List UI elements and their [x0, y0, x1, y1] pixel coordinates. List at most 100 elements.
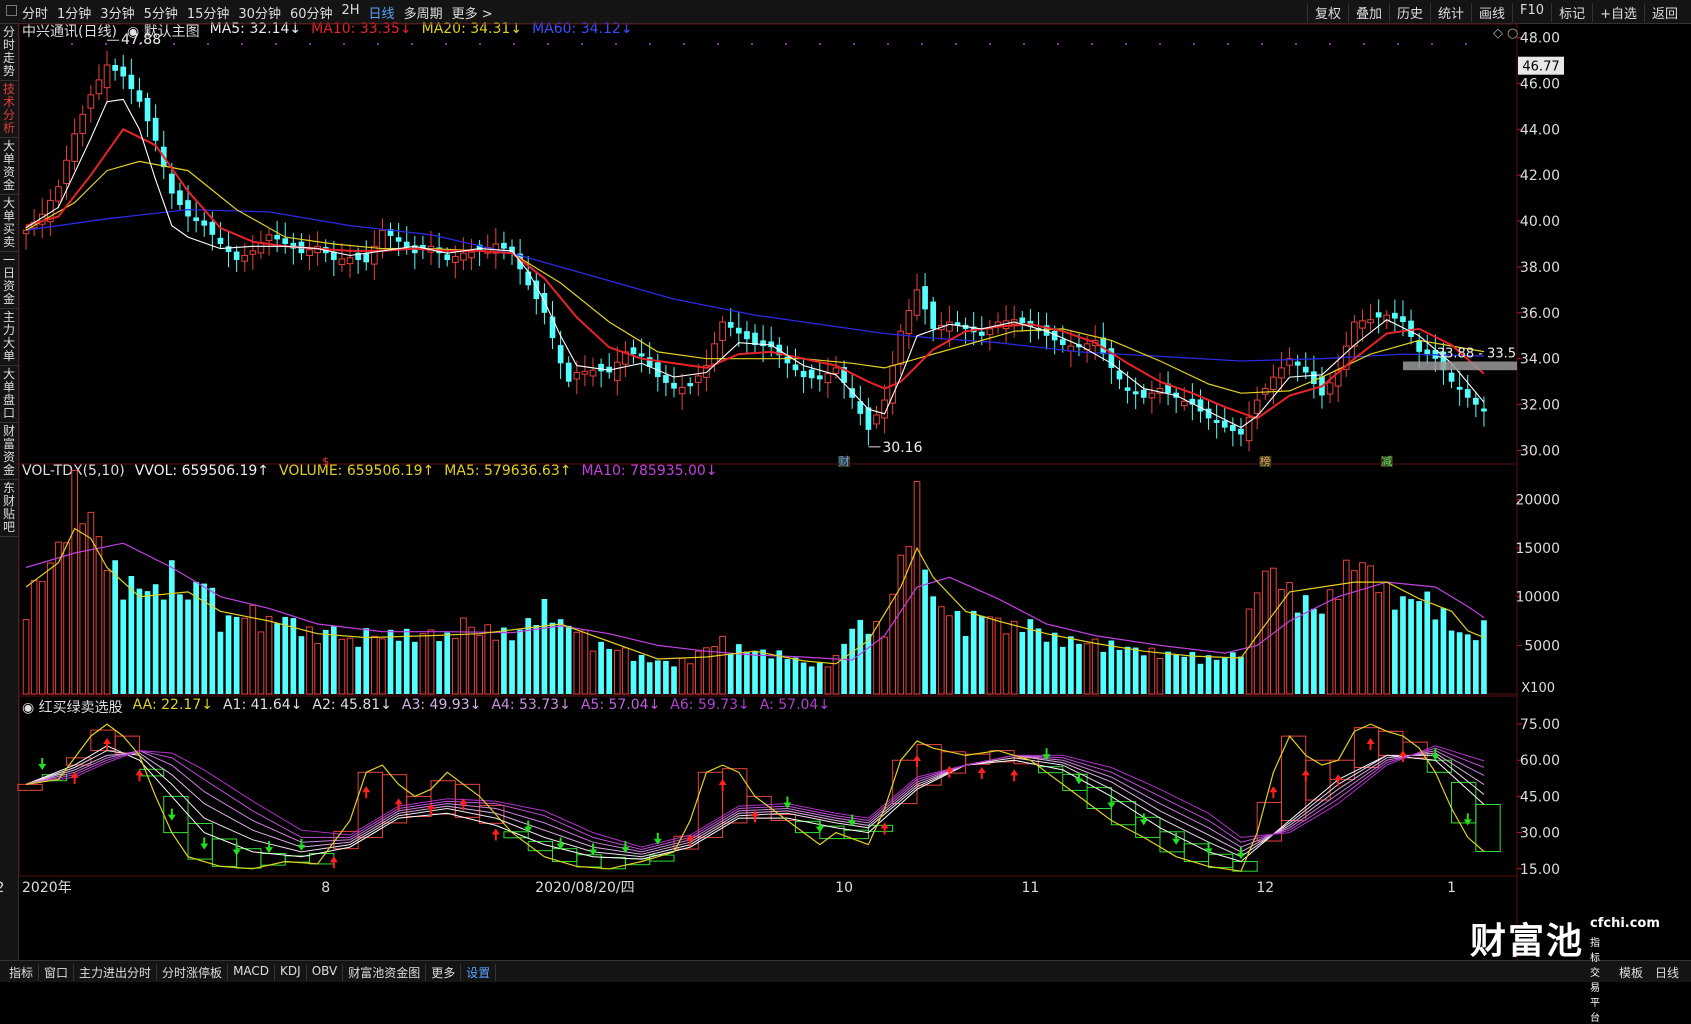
event-tag-3[interactable]: 减: [1381, 455, 1392, 468]
x-axis-label-1: 8: [321, 880, 330, 896]
zoom-controls[interactable]: ◇ ○: [1493, 26, 1518, 41]
bottom-tab-4[interactable]: MACD: [228, 964, 276, 981]
buy-signal-box: [381, 774, 408, 824]
volume-bar: [1473, 640, 1479, 694]
bottom-tab-1[interactable]: 窗口: [39, 964, 75, 981]
indicator-axis-tick-label: 30.00: [1520, 826, 1560, 842]
buy-signal-box: [1280, 735, 1307, 822]
sell-arrow: [1042, 748, 1051, 761]
stock-title[interactable]: 中兴通讯(日线): [22, 21, 117, 41]
toolbar-action-2[interactable]: 历史: [1388, 3, 1430, 22]
volume-bar: [225, 615, 232, 694]
bottom-tab-2[interactable]: 主力进出分时: [74, 964, 158, 981]
period-tab-1[interactable]: 1分钟: [57, 3, 91, 22]
bottom-tab-9[interactable]: 设置: [461, 964, 497, 981]
volume-bar: [1083, 643, 1091, 695]
toolbar-action-8[interactable]: 返回: [1643, 3, 1685, 22]
period-tab-6[interactable]: 60分钟: [290, 3, 333, 22]
left-nav-item-5[interactable]: 主力大单: [0, 309, 18, 366]
sell-signal-box: [794, 820, 821, 834]
candle: [330, 240, 337, 277]
period-tab-9[interactable]: 多周期: [404, 3, 443, 22]
volume-axis-tick-label: 15000: [1515, 541, 1560, 557]
volume-bar: [808, 666, 815, 694]
volume-bar: [1091, 638, 1099, 695]
bottom-tab-3[interactable]: 分时涨停板: [157, 964, 229, 981]
price-axis-tick-label: 48.00: [1520, 30, 1560, 46]
period-tab-4[interactable]: 15分钟: [187, 3, 230, 22]
volume-bar: [541, 598, 548, 694]
toolbar-action-0[interactable]: 复权: [1306, 3, 1348, 22]
volume-bar: [573, 631, 581, 695]
volume-bar: [686, 663, 694, 695]
candle: [1173, 386, 1180, 414]
candle: [492, 228, 500, 269]
event-tag-1[interactable]: 财: [839, 454, 850, 468]
zoom-in-icon[interactable]: ◇: [1493, 26, 1503, 41]
settings-icon[interactable]: ○: [1507, 26, 1518, 41]
period-tab-8[interactable]: 日线: [369, 3, 395, 22]
candle: [1286, 347, 1293, 376]
left-nav-item-6[interactable]: 大单盘口: [0, 366, 18, 423]
left-nav-item-8[interactable]: 东财贴吧: [0, 480, 18, 537]
bottom-tab-0[interactable]: 指标: [4, 964, 40, 981]
left-nav-item-1[interactable]: 技术分析: [0, 81, 18, 138]
signal-dot: [1125, 43, 1127, 45]
left-nav-item-4[interactable]: 一日资金: [0, 252, 18, 309]
candle: [79, 105, 87, 147]
candle: [711, 331, 718, 373]
indicator-name[interactable]: ◉ 红买绿卖选股: [22, 697, 123, 717]
sell-signal-box: [1183, 843, 1210, 863]
period-tab-0[interactable]: 分时: [22, 3, 48, 22]
toolbar-action-6[interactable]: 标记: [1551, 3, 1592, 22]
period-tab-7[interactable]: 2H: [342, 3, 360, 22]
candle: [784, 345, 791, 379]
window-icon[interactable]: [6, 5, 17, 16]
volume-bar: [703, 647, 710, 695]
volume-bar: [978, 615, 985, 694]
buy-arrow: [1334, 774, 1343, 787]
bottom-action-1[interactable]: 日线: [1649, 964, 1685, 981]
toolbar-action-3[interactable]: 统计: [1430, 3, 1471, 22]
period-tab-2[interactable]: 3分钟: [100, 3, 134, 22]
candle: [752, 324, 758, 353]
left-nav-item-7[interactable]: 财富资金: [0, 423, 18, 480]
toolbar-action-4[interactable]: 画线: [1471, 3, 1512, 22]
sell-signal-box: [138, 768, 165, 777]
period-tab-10[interactable]: 更多 >: [452, 3, 493, 22]
volume-bar: [476, 634, 483, 695]
template-selector[interactable]: ◉ 默认主图: [127, 21, 200, 41]
bottom-tab-7[interactable]: 财富池资金图: [343, 964, 427, 981]
series-a3-line: [25, 752, 1485, 855]
volume-bar: [581, 629, 589, 695]
candle: [468, 238, 475, 271]
volume-bar: [1100, 651, 1107, 694]
series-a5-line: [25, 747, 1485, 851]
bottom-tab-8[interactable]: 更多: [426, 964, 462, 981]
volume-bar: [501, 627, 507, 694]
signal-dot: [649, 43, 651, 45]
buy-signal-box: [1329, 759, 1355, 781]
toolbar-action-1[interactable]: 叠加: [1347, 3, 1389, 22]
volume-indicator-name[interactable]: VOL-TDX(5,10): [22, 463, 125, 479]
period-tab-5[interactable]: 30分钟: [238, 3, 281, 22]
toolbar-action-5[interactable]: F10: [1512, 3, 1551, 22]
candle: [1148, 380, 1156, 414]
bottom-tab-6[interactable]: OBV: [307, 964, 344, 981]
candle: [1261, 383, 1269, 400]
bottom-action-0[interactable]: 模板: [1613, 964, 1649, 981]
toolbar-action-7[interactable]: +自选: [1592, 3, 1644, 22]
volume-bar: [152, 584, 159, 694]
candle: [1230, 417, 1236, 447]
candle: [744, 321, 750, 354]
bottom-tab-5[interactable]: KDJ: [275, 964, 307, 981]
event-tag-2[interactable]: 榜: [1260, 454, 1271, 468]
left-nav-item-2[interactable]: 大单资金: [0, 138, 18, 195]
left-nav-item-0[interactable]: 分时走势: [0, 24, 18, 81]
chart-area[interactable]: 48.00 46.00 44.00 42.00 40.00 38.00 36.00 34.00…: [0, 0, 1691, 982]
volume-bar: [1367, 565, 1374, 695]
candle: [128, 58, 135, 105]
current-price-box: 46.77: [1518, 56, 1564, 75]
period-tab-3[interactable]: 5分钟: [144, 3, 178, 22]
left-nav-item-3[interactable]: 大单买卖: [0, 195, 18, 252]
